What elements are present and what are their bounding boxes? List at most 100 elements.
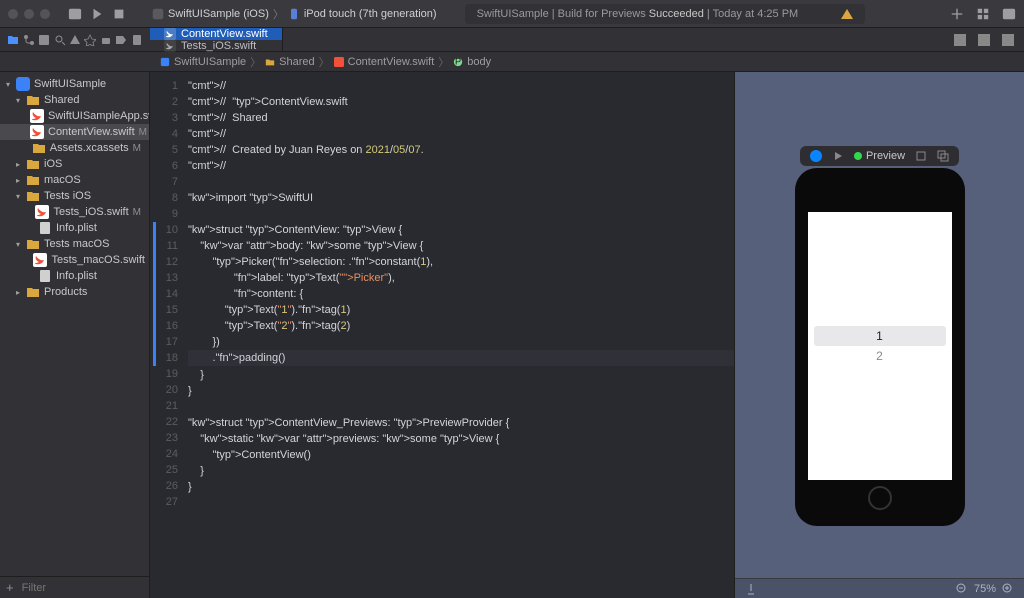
tree-item-label: Tests iOS [44, 190, 91, 202]
canvas-footer: 75% [735, 578, 1024, 598]
tree-item[interactable]: ▾Tests macOS [0, 236, 149, 252]
plist-icon [38, 269, 52, 283]
tree-item-label: Tests_iOS.swift [53, 206, 128, 218]
crumb-symbol[interactable]: body [467, 56, 491, 68]
toolbar: SwiftUISample (iOS) 〉 iPod touch (7th ge… [0, 0, 1024, 28]
preview-toolbar: Preview [800, 146, 959, 166]
swift-file-icon [164, 40, 176, 52]
folder-icon [265, 57, 275, 67]
add-icon[interactable] [950, 7, 964, 21]
tree-item[interactable]: ▸iOS [0, 156, 149, 172]
tree-item-label: iOS [44, 158, 62, 170]
preview-device-icon[interactable] [915, 150, 927, 162]
preview-play-icon[interactable] [832, 150, 844, 162]
crumb-folder[interactable]: Shared [279, 56, 314, 68]
picker-preview: 12 [808, 326, 952, 366]
adjust-editor-icon[interactable] [976, 32, 992, 48]
property-icon: P [453, 57, 463, 67]
tree-root[interactable]: ▾ SwiftUISample [0, 76, 149, 92]
add-editor-icon[interactable] [1000, 32, 1016, 48]
svg-text:P: P [455, 57, 461, 67]
swift-file-icon [164, 28, 176, 40]
jump-bar[interactable]: SwiftUISample〉 Shared〉 ContentView.swift… [0, 52, 1024, 72]
tree-item[interactable]: ▸macOS [0, 172, 149, 188]
scheme-chevron-icon: 〉 [273, 6, 284, 22]
preview-duplicate-icon[interactable] [937, 150, 949, 162]
picker-option[interactable]: 1 [814, 326, 946, 346]
assets-icon [32, 141, 46, 155]
tree-item[interactable]: Info.plist [0, 220, 149, 236]
project-navigator-icon[interactable] [7, 34, 19, 46]
crumb-project[interactable]: SwiftUISample [174, 56, 246, 68]
scm-status: M [133, 143, 145, 154]
editor-tab[interactable]: ContentView.swift [150, 28, 283, 40]
tree-item-label: macOS [44, 174, 81, 186]
zoom-level[interactable]: 75% [974, 583, 996, 595]
tree-item[interactable]: Info.plist [0, 268, 149, 284]
navigator-selector [0, 28, 150, 52]
folder-icon [26, 93, 40, 107]
crumb-file[interactable]: ContentView.swift [348, 56, 435, 68]
zoom-in-icon[interactable] [1002, 583, 1014, 595]
inspector-toggle-icon[interactable] [1002, 7, 1016, 21]
find-navigator-icon[interactable] [54, 34, 66, 46]
navigator-sidebar: ▾ SwiftUISample ▾Shared SwiftUISampleApp.… [0, 72, 150, 598]
tree-root-label: SwiftUISample [34, 78, 106, 90]
sidebar-toggle-icon[interactable] [68, 7, 82, 21]
tree-item[interactable]: Assets.xcassets M [0, 140, 149, 156]
xcodeproj-icon [16, 77, 30, 91]
scheme-selector[interactable]: SwiftUISample (iOS) 〉 iPod touch (7th ge… [152, 6, 437, 22]
issue-navigator-icon[interactable] [69, 34, 81, 46]
tree-item-label: Tests macOS [44, 238, 109, 250]
add-file-icon[interactable]: + [6, 580, 14, 595]
tree-item[interactable]: Tests_iOS.swiftM [0, 204, 149, 220]
close-dot[interactable] [8, 9, 18, 19]
folder-icon [26, 173, 40, 187]
picker-option[interactable]: 2 [814, 346, 946, 366]
home-button-icon [868, 486, 892, 510]
run-icon[interactable] [90, 7, 104, 21]
swift-file-icon [30, 109, 44, 123]
minimap-icon[interactable] [952, 32, 968, 48]
zoom-dot[interactable] [40, 9, 50, 19]
tree-item[interactable]: ▾Shared [0, 92, 149, 108]
live-preview-icon[interactable] [810, 150, 822, 162]
code-area[interactable]: "cmt">//"cmt">// "typ">ContentView.swift… [184, 72, 734, 598]
source-control-icon[interactable] [23, 34, 35, 46]
scm-status: M [139, 127, 149, 138]
test-navigator-icon[interactable] [84, 34, 96, 46]
tree-item[interactable]: Tests_macOS.swift [0, 252, 149, 268]
folder-icon [26, 237, 40, 251]
device-screen: 12 [808, 212, 952, 480]
filter-input[interactable] [22, 582, 164, 594]
pin-preview-icon[interactable] [745, 583, 757, 595]
line-gutter: 1234567891011121314151617181920212223242… [150, 72, 184, 598]
tree-item[interactable]: SwiftUISampleApp.swift [0, 108, 149, 124]
plist-icon [38, 221, 52, 235]
min-dot[interactable] [24, 9, 34, 19]
tree-item[interactable]: ▾Tests iOS [0, 188, 149, 204]
folder-icon [26, 189, 40, 203]
folder-icon [26, 157, 40, 171]
tree-item-label: ContentView.swift [48, 126, 135, 138]
tree-item[interactable]: ▸Products [0, 284, 149, 300]
debug-navigator-icon[interactable] [100, 34, 112, 46]
preview-label-group[interactable]: Preview [854, 150, 905, 162]
warning-icon[interactable] [841, 9, 853, 19]
tree-item-label: Assets.xcassets [50, 142, 129, 154]
folder-icon [26, 285, 40, 299]
breakpoint-navigator-icon[interactable] [115, 34, 127, 46]
tree-item-label: SwiftUISampleApp.swift [48, 110, 149, 122]
report-navigator-icon[interactable] [131, 34, 143, 46]
source-editor[interactable]: 1234567891011121314151617181920212223242… [150, 72, 734, 598]
library-icon[interactable] [976, 7, 990, 21]
scheme-target: SwiftUISample (iOS) [168, 8, 269, 20]
app-target-icon [152, 8, 164, 20]
swift-file-icon [33, 253, 47, 267]
tree-item[interactable]: ContentView.swift M [0, 124, 149, 140]
stop-icon[interactable] [112, 7, 126, 21]
symbol-navigator-icon[interactable] [38, 34, 50, 46]
editor-tab[interactable]: Tests_iOS.swift [150, 40, 283, 52]
activity-viewer[interactable]: SwiftUISample | Build for Previews Succe… [465, 4, 865, 24]
zoom-out-icon[interactable] [956, 583, 968, 595]
